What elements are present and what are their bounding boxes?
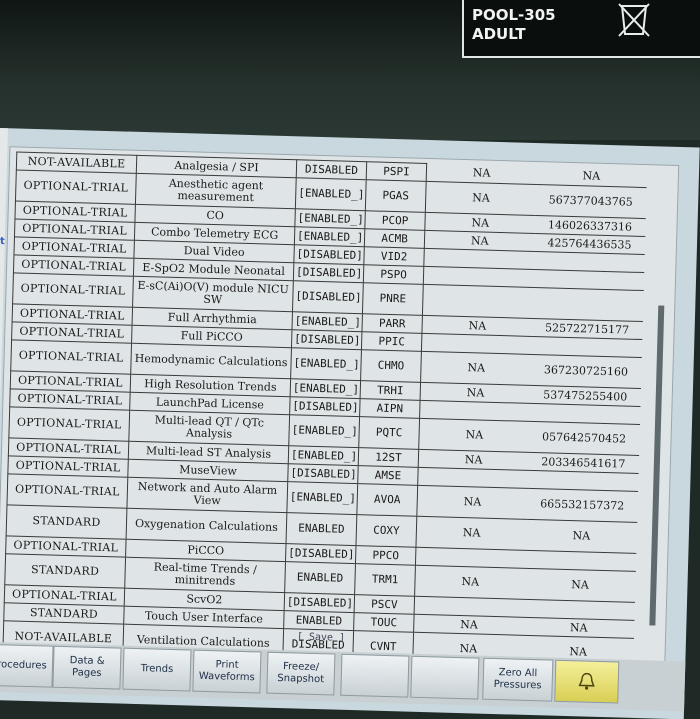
code-cell: PSCV bbox=[354, 594, 415, 615]
code-cell: 12ST bbox=[358, 447, 419, 468]
state-cell: [ENABLED_] bbox=[295, 177, 367, 211]
state-cell: [ENABLED_] bbox=[288, 414, 360, 448]
option-cell: Network and Auto Alarm View bbox=[126, 477, 288, 513]
state-cell: ENABLED bbox=[283, 610, 355, 631]
key-cell: NA bbox=[525, 519, 637, 554]
code-cell: PPIC bbox=[361, 331, 422, 352]
key-cell bbox=[532, 287, 644, 322]
option-cell: Hemodynamic Calculations bbox=[130, 343, 292, 379]
state-cell: [ENABLED_] bbox=[294, 208, 366, 229]
na-cell bbox=[422, 284, 534, 319]
key-cell: 367230725160 bbox=[530, 354, 642, 389]
alarm-bell-icon[interactable] bbox=[554, 659, 620, 704]
na-cell: NA bbox=[420, 351, 532, 386]
state-cell: [DISABLED] bbox=[284, 592, 355, 613]
state-cell: [DISABLED] bbox=[293, 244, 365, 265]
state-cell: [ENABLED_] bbox=[294, 226, 365, 247]
option-cell: E-sC(Ai)O(V) module NICU SW bbox=[132, 276, 294, 312]
code-cell: TRM1 bbox=[354, 563, 416, 597]
code-cell: PQTC bbox=[358, 416, 420, 450]
status-cell: OPTIONAL-TRIAL bbox=[10, 339, 132, 375]
bell-icon bbox=[578, 672, 595, 690]
code-cell: PARR bbox=[361, 313, 423, 334]
state-cell: [DISABLED] bbox=[289, 396, 361, 417]
state-cell: [ENABLED_] bbox=[291, 311, 363, 332]
disposal-bin-icon bbox=[614, 0, 654, 40]
code-cell: PGAS bbox=[365, 179, 427, 213]
na-cell: NA bbox=[415, 516, 527, 551]
state-cell: [DISABLED] bbox=[291, 329, 362, 350]
status-cell: OPTIONAL-TRIAL bbox=[12, 272, 134, 308]
code-cell: TOUC bbox=[353, 612, 415, 633]
state-cell: [DISABLED] bbox=[292, 280, 364, 314]
patient-type-label: ADULT bbox=[472, 25, 526, 43]
option-cell: Anesthetic agent measurement bbox=[135, 173, 297, 209]
code-cell: AVOA bbox=[356, 483, 418, 517]
status-cell: OPTIONAL-TRIAL bbox=[8, 406, 130, 442]
state-cell: [ENABLED_] bbox=[286, 481, 358, 515]
toolbar-button-6[interactable] bbox=[410, 655, 480, 700]
na-cell: NA bbox=[418, 418, 530, 453]
key-cell: 665532157372 bbox=[526, 488, 638, 523]
state-cell: [DISABLED] bbox=[287, 463, 359, 484]
key-cell: 567377043765 bbox=[535, 184, 647, 219]
toolbar-button-1[interactable]: Data & Pages bbox=[52, 645, 122, 690]
code-cell: PPCO bbox=[355, 545, 416, 566]
code-cell: PCOP bbox=[364, 210, 426, 231]
key-cell: NA bbox=[524, 568, 636, 603]
status-cell: OPTIONAL-TRIAL bbox=[6, 473, 128, 509]
key-cell: 057642570452 bbox=[528, 421, 640, 456]
state-cell: DISABLED bbox=[296, 159, 367, 180]
code-cell: VID2 bbox=[363, 246, 425, 267]
code-cell: PNRE bbox=[362, 282, 424, 316]
state-cell: [ENABLED_] bbox=[288, 445, 359, 466]
toolbar-button-5[interactable] bbox=[340, 653, 410, 698]
state-cell: [ENABLED_] bbox=[290, 378, 361, 399]
na-cell: NA bbox=[425, 181, 537, 216]
toolbar-button-0[interactable]: Procedures bbox=[0, 643, 54, 688]
option-cell: Multi-lead QT / QTc Analysis bbox=[128, 410, 290, 446]
status-cell: STANDARD bbox=[6, 504, 127, 540]
na-cell: NA bbox=[416, 485, 528, 520]
code-cell: PSPI bbox=[366, 161, 427, 182]
scrollbar[interactable] bbox=[649, 305, 665, 626]
side-label: nt bbox=[0, 235, 5, 248]
state-cell: [DISABLED] bbox=[285, 543, 356, 564]
code-cell: TRHI bbox=[360, 380, 421, 401]
toolbar-button-4[interactable]: Freeze/ Snapshot bbox=[266, 651, 336, 696]
option-cell: Real-time Trends / minitrends bbox=[124, 557, 286, 593]
status-cell: STANDARD bbox=[4, 553, 126, 589]
code-cell: PSPO bbox=[363, 264, 424, 285]
toolbar-button-7[interactable]: Zero All Pressures bbox=[482, 657, 554, 702]
license-table: NOT-AVAILABLE Analgesia / SPI DISABLED PSPI… bbox=[2, 151, 647, 670]
code-cell: AIPN bbox=[359, 398, 421, 419]
code-cell: AMSE bbox=[357, 465, 419, 486]
toolbar-button-3[interactable]: Print Waveforms bbox=[192, 649, 262, 694]
status-cell: OPTIONAL-TRIAL bbox=[15, 169, 137, 205]
patient-header: POOL-305 ADULT bbox=[462, 0, 700, 58]
code-cell: CHMO bbox=[360, 349, 422, 383]
screen: nt NOT-AVAILABLE Analgesia / SPI DISABLED P… bbox=[0, 128, 700, 719]
save-button[interactable]: [ Save ] bbox=[297, 631, 345, 643]
state-cell: [ENABLED_] bbox=[290, 347, 362, 381]
bed-label: POOL-305 bbox=[472, 6, 556, 24]
state-cell: [DISABLED] bbox=[293, 262, 364, 283]
code-cell: COXY bbox=[355, 514, 417, 548]
toolbar-button-2[interactable]: Trends bbox=[122, 647, 192, 692]
code-cell: ACMB bbox=[364, 228, 425, 249]
option-cell: Oxygenation Calculations bbox=[126, 508, 287, 544]
na-cell: NA bbox=[414, 565, 526, 600]
state-cell: ENABLED bbox=[284, 561, 356, 595]
license-panel: NOT-AVAILABLE Analgesia / SPI DISABLED PSPI… bbox=[0, 146, 680, 670]
state-cell: ENABLED bbox=[286, 512, 357, 546]
